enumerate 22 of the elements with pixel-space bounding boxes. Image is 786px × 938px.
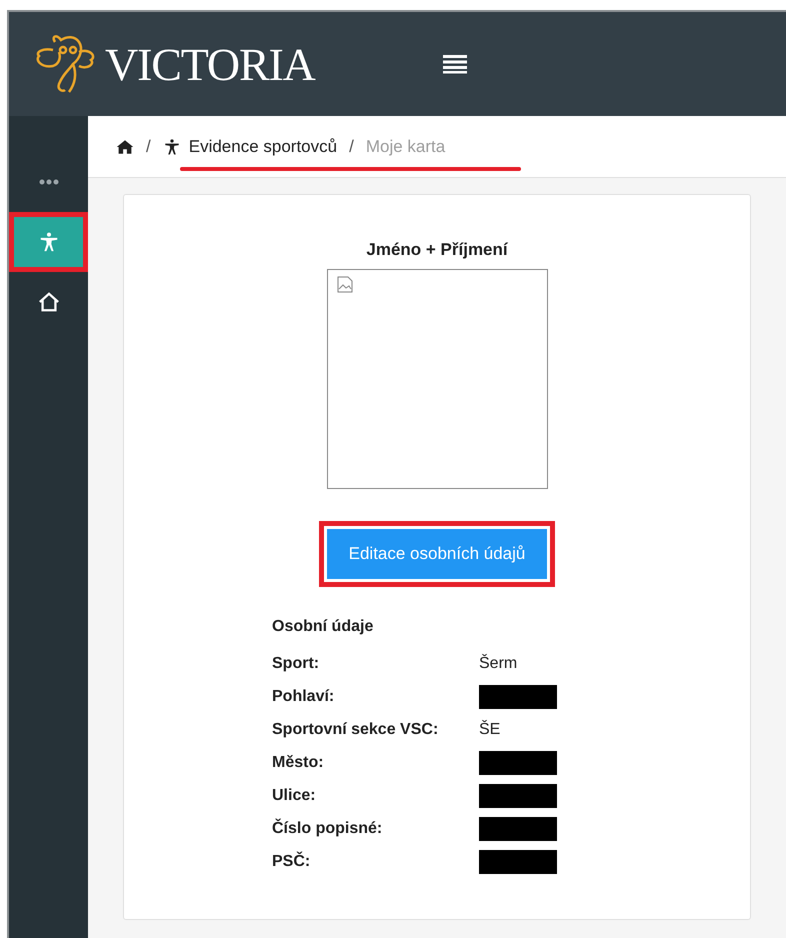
section-title: Osobní údaje [272, 616, 374, 636]
field-label: PSČ: [272, 850, 312, 872]
more-icon [38, 179, 58, 185]
field-label: Pohlaví: [272, 687, 336, 707]
breadcrumb-current: Moje karta [366, 136, 446, 158]
breadcrumb-separator: / [146, 136, 151, 158]
home-icon[interactable] [116, 138, 134, 156]
field-label: Číslo popisné: [272, 818, 384, 839]
menu-icon[interactable] [442, 54, 467, 74]
home-icon [38, 291, 60, 313]
field-label: Sport: [272, 654, 320, 674]
logo-text: VICTORIA [105, 38, 315, 92]
broken-image-icon [336, 276, 354, 294]
breadcrumb-separator: / [349, 136, 354, 158]
person-icon [162, 138, 181, 156]
field-label: Ulice: [272, 786, 317, 806]
field-value: Šerm [479, 653, 518, 674]
field-value: ŠE [479, 719, 500, 740]
field-label: Město: [272, 753, 325, 773]
breadcrumb-link[interactable]: Evidence sportovců [188, 134, 338, 160]
field-label: Sportovní sekce VSC: [272, 720, 440, 740]
athlete-name: Jméno + Příjmení [366, 239, 508, 261]
